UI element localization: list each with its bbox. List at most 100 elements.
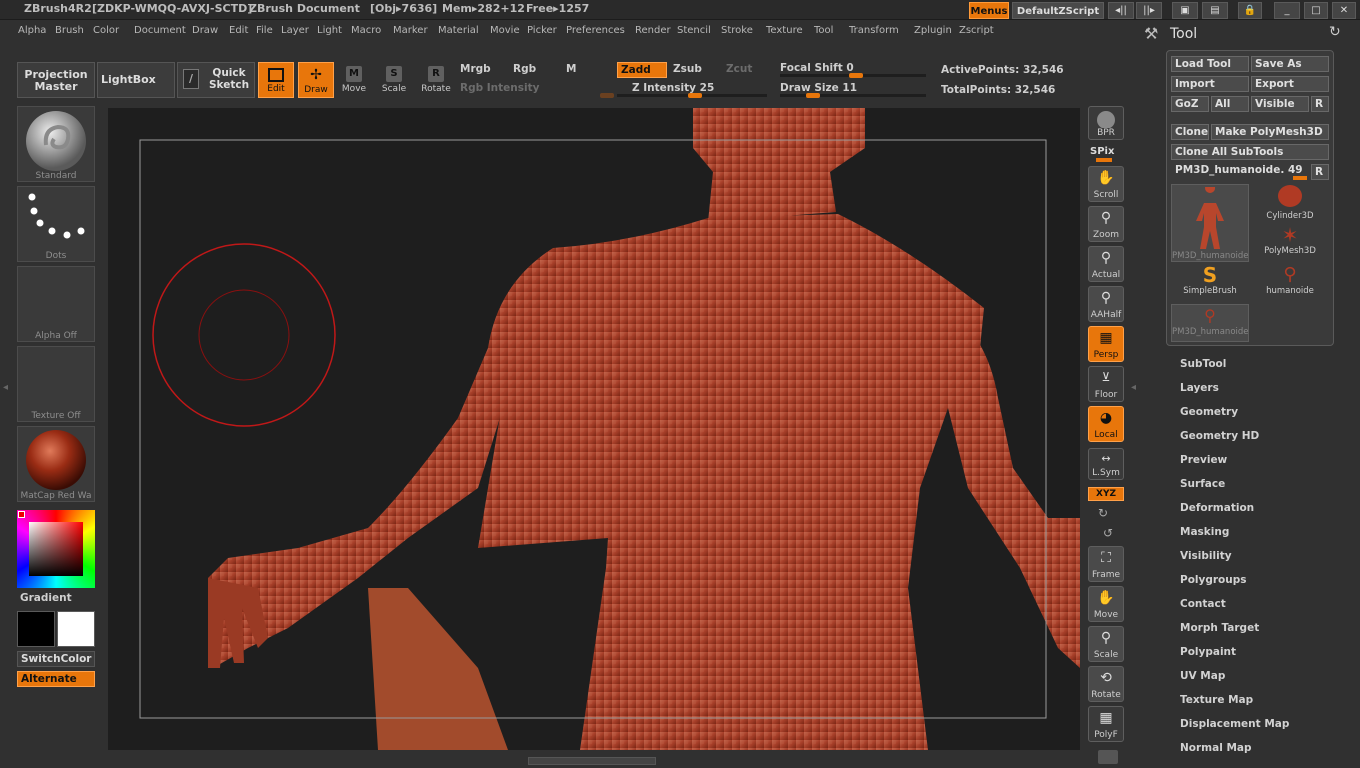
move-view-button[interactable]: ✋ Move (1088, 586, 1124, 622)
subpalette-polygroups[interactable]: Polygroups (1180, 571, 1350, 595)
minimize-icon[interactable]: _ (1274, 2, 1300, 19)
tool-thumb-pm3d-humanoide[interactable]: PM3D_humanoide (1171, 183, 1249, 262)
scroll-button[interactable]: ✋ Scroll (1088, 166, 1124, 202)
subpalette-subtool[interactable]: SubTool (1180, 355, 1350, 379)
subpalette-morph-target[interactable]: Morph Target (1180, 619, 1350, 643)
rgb-intensity-handle[interactable] (600, 93, 614, 98)
menu-transform[interactable]: Transform (849, 25, 899, 36)
subpalette-surface[interactable]: Surface (1180, 475, 1350, 499)
local-button[interactable]: ◕ Local (1088, 406, 1124, 442)
subpalette-displacement-map[interactable]: Displacement Map (1180, 715, 1350, 739)
zsub-button[interactable]: Zsub (673, 63, 702, 75)
all-button[interactable]: All (1211, 96, 1249, 112)
switch-color-button[interactable]: SwitchColor (17, 651, 95, 667)
menu-file[interactable]: File (256, 25, 273, 36)
menu-marker[interactable]: Marker (393, 25, 428, 36)
subpalette-masking[interactable]: Masking (1180, 523, 1350, 547)
mrgb-button[interactable]: Mrgb (460, 63, 491, 75)
subpalette-preview[interactable]: Preview (1180, 451, 1350, 475)
subpalette-deformation[interactable]: Deformation (1180, 499, 1350, 523)
quick-sketch-button[interactable]: ∕ Quick Sketch (177, 62, 255, 98)
menu-alpha[interactable]: Alpha (18, 25, 46, 36)
edit-mode-button[interactable]: Edit (258, 62, 294, 98)
secondary-color-swatch[interactable] (57, 611, 95, 647)
load-tool-button[interactable]: Load Tool (1171, 56, 1249, 72)
gradient-label[interactable]: Gradient (20, 592, 72, 604)
menu-light[interactable]: Light (317, 25, 342, 36)
brush-selector[interactable]: Standard (17, 106, 95, 182)
subpalette-contact[interactable]: Contact (1180, 595, 1350, 619)
z-intensity-slider[interactable]: Z Intensity 25 (632, 82, 714, 94)
menu-stroke[interactable]: Stroke (721, 25, 753, 36)
alpha-selector[interactable]: Alpha Off (17, 266, 95, 342)
menu-stencil[interactable]: Stencil (677, 25, 711, 36)
bpr-button[interactable]: BPR (1088, 106, 1124, 140)
subpalette-geometry[interactable]: Geometry (1180, 403, 1350, 427)
tool-thumb-humanoide[interactable]: ⚲ humanoide (1251, 264, 1329, 302)
goz-r-button[interactable]: R (1311, 96, 1329, 112)
zcut-button[interactable]: Zcut (726, 63, 752, 75)
color-marker[interactable] (18, 511, 25, 518)
visible-button[interactable]: Visible (1251, 96, 1309, 112)
step-back-icon[interactable]: ◂|| (1108, 2, 1134, 19)
clone-button[interactable]: Clone (1171, 124, 1209, 140)
lightbox-button[interactable]: LightBox (97, 62, 175, 98)
current-tool-r-button[interactable]: R (1311, 164, 1329, 180)
color-picker[interactable] (17, 510, 95, 588)
menu-layer[interactable]: Layer (281, 25, 309, 36)
palette-layout-icon[interactable]: ▤ (1202, 2, 1228, 19)
lsym-button[interactable]: ↔ L.Sym (1088, 448, 1124, 480)
close-icon[interactable]: ✕ (1332, 2, 1356, 19)
menu-texture[interactable]: Texture (766, 25, 803, 36)
subpalette-layers[interactable]: Layers (1180, 379, 1350, 403)
actual-button[interactable]: ⚲ Actual (1088, 246, 1124, 282)
rotate-view-button[interactable]: ⟲ Rotate (1088, 666, 1124, 702)
export-button[interactable]: Export (1251, 76, 1329, 92)
window-layout-icon[interactable]: ▣ (1172, 2, 1198, 19)
focal-shift-slider[interactable]: Focal Shift 0 (780, 62, 854, 74)
current-tool-handle[interactable] (1293, 176, 1307, 180)
material-selector[interactable]: MatCap Red Wa (17, 426, 95, 502)
menu-edit[interactable]: Edit (229, 25, 248, 36)
spix-slider[interactable]: SPix (1090, 146, 1114, 157)
menu-draw[interactable]: Draw (192, 25, 218, 36)
lock-icon[interactable]: 🔒 (1238, 2, 1262, 19)
aahalf-button[interactable]: ⚲ AAHalf (1088, 286, 1124, 322)
focal-shift-handle[interactable] (849, 73, 863, 78)
subpalette-visibility[interactable]: Visibility (1180, 547, 1350, 571)
scale-mode-button[interactable]: S Scale (380, 66, 408, 94)
rgb-intensity-slider[interactable]: Rgb Intensity (460, 82, 539, 94)
subpalette-geometry-hd[interactable]: Geometry HD (1180, 427, 1350, 451)
subpalette-texture-map[interactable]: Texture Map (1180, 691, 1350, 715)
zoom-button[interactable]: ⚲ Zoom (1088, 206, 1124, 242)
z-intensity-handle[interactable] (688, 93, 702, 98)
saturation-square[interactable] (29, 522, 83, 576)
draw-size-track[interactable] (780, 94, 926, 97)
main-color-swatch[interactable] (17, 611, 55, 647)
menu-brush[interactable]: Brush (55, 25, 84, 36)
menu-macro[interactable]: Macro (351, 25, 381, 36)
reset-icon[interactable]: ↻ (1329, 24, 1341, 40)
xyz-button[interactable]: XYZ (1088, 487, 1124, 501)
alternate-button[interactable]: Alternate (17, 671, 95, 687)
stroke-selector[interactable]: Dots (17, 186, 95, 262)
menu-material[interactable]: Material (438, 25, 479, 36)
subpalette-polypaint[interactable]: Polypaint (1180, 643, 1350, 667)
projection-master-button[interactable]: Projection Master (17, 62, 95, 98)
draw-mode-button[interactable]: ✢ Draw (298, 62, 334, 98)
menu-picker[interactable]: Picker (527, 25, 557, 36)
left-tray-arrow-icon[interactable]: ◂ (3, 382, 8, 393)
menu-tool[interactable]: Tool (814, 25, 833, 36)
goz-button[interactable]: GoZ (1171, 96, 1209, 112)
spix-handle[interactable] (1096, 158, 1112, 162)
menu-zscript[interactable]: Zscript (959, 25, 994, 36)
maximize-icon[interactable]: □ (1304, 2, 1328, 19)
rgb-button[interactable]: Rgb (513, 63, 536, 75)
draw-size-handle[interactable] (806, 93, 820, 98)
tool-palette-header[interactable]: ⚒ Tool ↻ (1136, 20, 1360, 48)
make-polymesh3d-button[interactable]: Make PolyMesh3D (1211, 124, 1329, 140)
right-tray-arrow-icon[interactable]: ◂ (1131, 382, 1136, 393)
menu-zplugin[interactable]: Zplugin (914, 25, 952, 36)
default-zscript-button[interactable]: DefaultZScript (1012, 2, 1104, 19)
floor-button[interactable]: ⊻ Floor (1088, 366, 1124, 402)
